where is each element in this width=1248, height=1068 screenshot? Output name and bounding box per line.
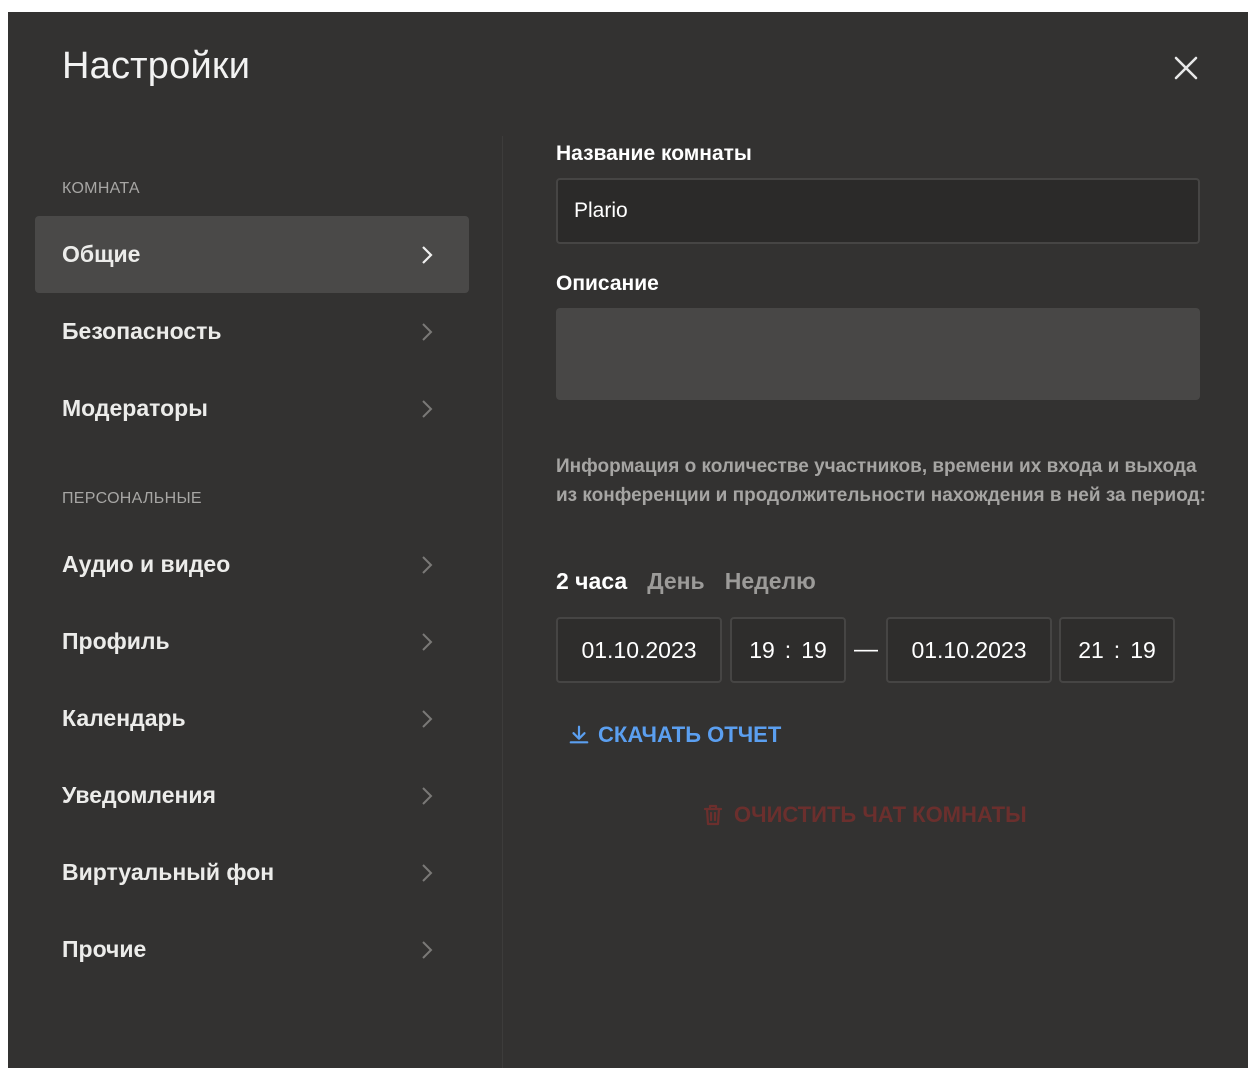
clear-chat-button[interactable]: ОЧИСТИТЬ ЧАТ КОМНАТЫ bbox=[702, 802, 1027, 828]
end-date-field[interactable]: 01.10.2023 bbox=[886, 617, 1052, 683]
sidebar-item-label: Календарь bbox=[62, 705, 186, 731]
chevron-right-icon bbox=[422, 941, 433, 959]
chevron-right-icon bbox=[422, 400, 433, 418]
sidebar-section-room: КОМНАТА bbox=[62, 180, 140, 197]
description-input[interactable] bbox=[556, 308, 1200, 400]
dialog-title: Настройки bbox=[62, 45, 251, 87]
download-icon bbox=[569, 725, 589, 744]
start-date-value: 01.10.2023 bbox=[581, 636, 697, 663]
sidebar-item-label: Общие bbox=[62, 241, 141, 267]
clear-chat-label: ОЧИСТИТЬ ЧАТ КОМНАТЫ bbox=[734, 802, 1027, 827]
sidebar-item-label: Прочие bbox=[62, 936, 147, 962]
time-colon: : bbox=[784, 636, 792, 663]
chevron-right-icon bbox=[422, 246, 433, 264]
sidebar-item-label: Уведомления bbox=[62, 782, 216, 808]
end-minute-value: 19 bbox=[1130, 636, 1156, 663]
trash-icon bbox=[703, 804, 723, 826]
sidebar-item-virtual-background[interactable]: Виртуальный фон bbox=[35, 834, 469, 911]
time-colon: : bbox=[1113, 636, 1121, 663]
chevron-right-icon bbox=[422, 633, 433, 651]
sidebar-item-label: Профиль bbox=[62, 628, 170, 654]
end-hour-value: 21 bbox=[1078, 636, 1104, 663]
sidebar-item-other[interactable]: Прочие bbox=[35, 911, 469, 988]
sidebar-item-calendar[interactable]: Календарь bbox=[35, 680, 469, 757]
start-time-field[interactable]: 19 : 19 bbox=[730, 617, 846, 683]
start-hour-value: 19 bbox=[749, 636, 775, 663]
sidebar-item-general[interactable]: Общие bbox=[35, 216, 469, 293]
sidebar-section-personal: ПЕРСОНАЛЬНЫЕ bbox=[62, 490, 202, 507]
close-icon bbox=[1174, 56, 1198, 80]
sidebar-item-profile[interactable]: Профиль bbox=[35, 603, 469, 680]
chevron-right-icon bbox=[422, 323, 433, 341]
period-selector: 2 часа День Неделю bbox=[556, 568, 816, 595]
settings-dialog: Настройки КОМНАТА Общие Безопасность Мод… bbox=[8, 12, 1248, 1068]
sidebar-item-moderators[interactable]: Модераторы bbox=[35, 370, 469, 447]
sidebar-item-label: Безопасность bbox=[62, 318, 222, 344]
chevron-right-icon bbox=[422, 710, 433, 728]
start-date-field[interactable]: 01.10.2023 bbox=[556, 617, 722, 683]
end-date-value: 01.10.2023 bbox=[911, 636, 1027, 663]
sidebar-item-notifications[interactable]: Уведомления bbox=[35, 757, 469, 834]
start-minute-value: 19 bbox=[801, 636, 827, 663]
chevron-right-icon bbox=[422, 787, 433, 805]
download-report-button[interactable]: СКАЧАТЬ ОТЧЕТ bbox=[568, 722, 781, 748]
sidebar-item-label: Виртуальный фон bbox=[62, 859, 275, 885]
description-label: Описание bbox=[556, 272, 659, 295]
sidebar-item-security[interactable]: Безопасность bbox=[35, 293, 469, 370]
sidebar-item-label: Аудио и видео bbox=[62, 551, 231, 577]
period-2-hours[interactable]: 2 часа bbox=[556, 568, 627, 595]
sidebar-item-audio-video[interactable]: Аудио и видео bbox=[35, 526, 469, 603]
panel-divider bbox=[502, 136, 503, 1068]
range-separator: — bbox=[854, 636, 878, 663]
chevron-right-icon bbox=[422, 864, 433, 882]
chevron-right-icon bbox=[422, 556, 433, 574]
room-name-input[interactable] bbox=[556, 178, 1200, 244]
download-report-label: СКАЧАТЬ ОТЧЕТ bbox=[598, 722, 782, 747]
room-name-label: Название комнаты bbox=[556, 142, 752, 165]
report-info-text: Информация о количестве участников, врем… bbox=[556, 456, 1206, 506]
close-button[interactable] bbox=[1168, 50, 1204, 86]
period-week[interactable]: Неделю bbox=[725, 568, 816, 595]
period-day[interactable]: День bbox=[647, 568, 705, 595]
end-time-field[interactable]: 21 : 19 bbox=[1059, 617, 1175, 683]
sidebar-item-label: Модераторы bbox=[62, 395, 208, 421]
